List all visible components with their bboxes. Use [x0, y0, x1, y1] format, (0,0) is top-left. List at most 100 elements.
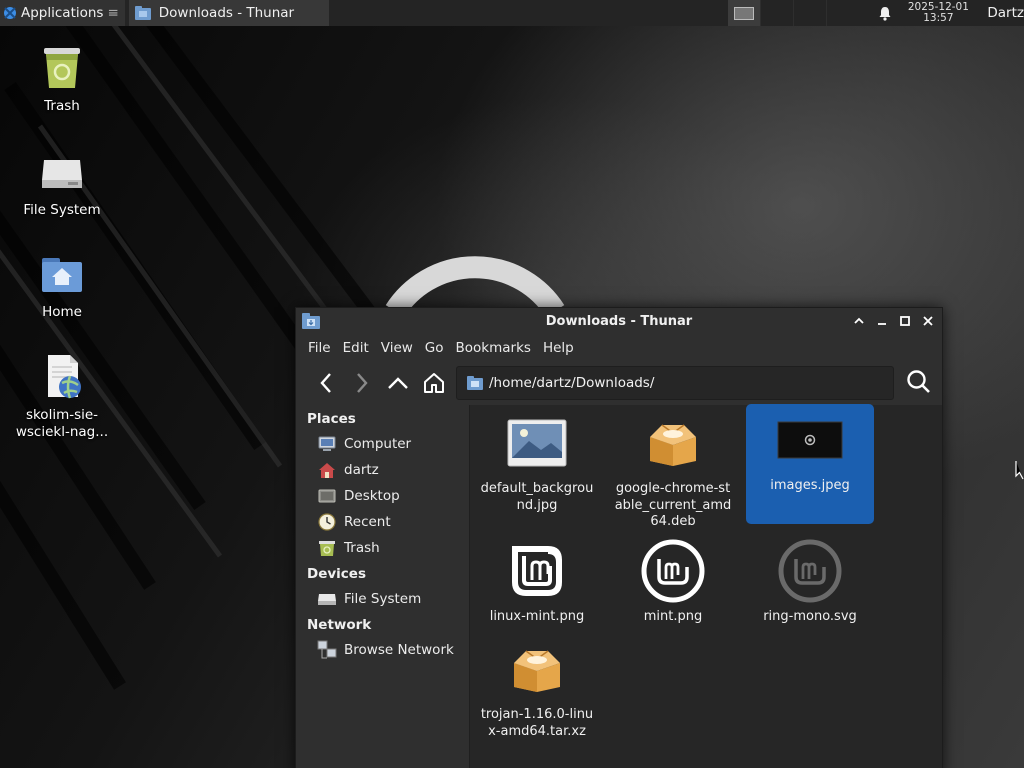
- sidebar-heading-network: Network: [307, 617, 372, 633]
- sidebar-item-dartz[interactable]: dartz: [296, 457, 469, 483]
- desktop-icon-label-line1: skolim-sie-: [25, 407, 99, 423]
- menu-bar: File Edit View Go Bookmarks Help: [296, 335, 942, 361]
- menu-file[interactable]: File: [302, 340, 337, 356]
- file-item-selected[interactable]: images.jpeg: [746, 404, 874, 524]
- workspace-switcher[interactable]: [728, 0, 859, 26]
- file-name: ring-mono.svg: [763, 609, 857, 624]
- file-name: trojan-1.16.0-linux-amd64.tar.xz: [480, 707, 594, 739]
- file-item[interactable]: google-chrome-stable_current_amd64.deb: [609, 407, 737, 537]
- sidebar-item-computer[interactable]: Computer: [296, 431, 469, 457]
- file-item[interactable]: default_background.jpg: [473, 407, 601, 520]
- desktop-icon-home[interactable]: Home: [7, 250, 117, 321]
- desktop-icon-label: File System: [23, 202, 101, 218]
- file-name: google-chrome-stable_current_amd64.deb: [614, 481, 732, 529]
- clock[interactable]: 2025-12-01 13:57: [901, 2, 975, 24]
- parent-folder-button[interactable]: [380, 365, 416, 401]
- close-button[interactable]: [920, 313, 936, 329]
- shade-button[interactable]: [851, 313, 867, 329]
- folder-downloads-icon: [134, 6, 151, 20]
- package-icon: [514, 650, 560, 692]
- home-button[interactable]: [416, 365, 452, 401]
- menu-bookmarks[interactable]: Bookmarks: [450, 340, 537, 356]
- xfce-logo-icon: [4, 7, 16, 19]
- bell-icon: [879, 6, 891, 21]
- menu-go[interactable]: Go: [419, 340, 450, 356]
- applications-menu-label: Applications: [21, 5, 104, 21]
- workspace-2[interactable]: [761, 0, 793, 26]
- file-item[interactable]: mint.png: [609, 535, 737, 632]
- computer-icon: [317, 435, 337, 453]
- arrow-right-icon: [357, 373, 368, 393]
- applications-menu-button[interactable]: Applications ≡: [0, 0, 125, 26]
- mint-ring-mono-icon: [778, 539, 842, 603]
- top-panel: Applications ≡ Downloads - Thunar 2025-1…: [0, 0, 1024, 26]
- sidebar-item-file-system[interactable]: File System: [296, 586, 469, 612]
- menu-edit[interactable]: Edit: [337, 340, 375, 356]
- maximize-button[interactable]: [897, 313, 913, 329]
- minimize-button[interactable]: [874, 313, 890, 329]
- file-item[interactable]: trojan-1.16.0-linux-amd64.tar.xz: [473, 633, 601, 746]
- clock-icon: [317, 513, 337, 531]
- desktop-icon-file-system[interactable]: File System: [7, 148, 117, 219]
- sidebar-item-desktop[interactable]: Desktop: [296, 483, 469, 509]
- sidebar-item-browse-network[interactable]: Browse Network: [296, 637, 469, 663]
- mint-logo-icon: [512, 546, 562, 596]
- sidebar-item-label: Computer: [344, 436, 412, 452]
- workspace-3[interactable]: [794, 0, 826, 26]
- back-button[interactable]: [308, 365, 344, 401]
- taskbar-window-title: Downloads - Thunar: [158, 5, 295, 21]
- sidebar-item-label: dartz: [344, 462, 379, 478]
- trash-icon: [317, 539, 337, 557]
- sidebar-item-label: Trash: [344, 540, 380, 556]
- sidebar: Places Computer dartz Desktop Recent Tra…: [296, 405, 470, 768]
- arrow-left-icon: [320, 373, 331, 393]
- file-name: linux-mint.png: [489, 609, 585, 624]
- search-button[interactable]: [906, 369, 932, 399]
- desktop-icon-label: Trash: [44, 98, 80, 114]
- search-icon: [907, 370, 930, 393]
- mouse-cursor-icon: [1015, 461, 1024, 480]
- file-icon-view[interactable]: default_background.jpg google-chrome-sta…: [470, 404, 942, 768]
- html-file-icon: [48, 355, 81, 399]
- window-preview-icon: [734, 6, 755, 20]
- image-thumbnail-icon: [777, 421, 843, 459]
- desktop-icon-label: Home: [42, 304, 82, 320]
- window-title: Downloads - Thunar: [545, 314, 693, 329]
- notifications-button[interactable]: [869, 6, 901, 21]
- sidebar-item-label: Desktop: [344, 488, 400, 504]
- desktop-icon-label-line2: wsciekl-nag...: [15, 424, 109, 440]
- desktop-icon-trash[interactable]: Trash: [7, 44, 117, 115]
- location-bar[interactable]: /home/dartz/Downloads/: [456, 366, 894, 400]
- sidebar-item-recent[interactable]: Recent: [296, 509, 469, 535]
- menu-help[interactable]: Help: [537, 340, 580, 356]
- forward-button[interactable]: [344, 365, 380, 401]
- user-menu-button[interactable]: Dartz: [987, 5, 1024, 21]
- file-name: images.jpeg: [770, 478, 850, 493]
- sidebar-heading-places: Places: [307, 411, 356, 427]
- image-thumbnail-icon: [507, 419, 567, 467]
- sidebar-item-label: Browse Network: [344, 642, 454, 658]
- workspace-4[interactable]: [827, 0, 859, 26]
- workspace-1[interactable]: [728, 0, 761, 26]
- location-path: /home/dartz/Downloads/: [489, 375, 655, 391]
- drive-icon: [42, 160, 82, 188]
- desktop-icon-html-file[interactable]: skolim-sie- wsciekl-nag...: [7, 353, 117, 441]
- file-name: default_background.jpg: [480, 481, 594, 513]
- menu-separator-icon: ≡: [107, 5, 119, 21]
- home-icon: [424, 373, 444, 393]
- folder-downloads-icon: [467, 376, 483, 390]
- user-home-icon: [317, 461, 337, 479]
- arrow-up-icon: [388, 377, 408, 389]
- file-name: mint.png: [643, 609, 703, 624]
- file-item[interactable]: linux-mint.png: [473, 535, 601, 632]
- toolbar: /home/dartz/Downloads/: [296, 361, 942, 405]
- taskbar-window-button[interactable]: Downloads - Thunar: [128, 0, 329, 26]
- file-item[interactable]: ring-mono.svg: [746, 535, 874, 632]
- sidebar-item-trash[interactable]: Trash: [296, 535, 469, 561]
- maximize-icon: [900, 316, 910, 326]
- sidebar-item-label: Recent: [344, 514, 391, 530]
- trash-full-icon: [44, 48, 80, 88]
- menu-view[interactable]: View: [375, 340, 419, 356]
- window-titlebar[interactable]: Downloads - Thunar: [296, 308, 942, 335]
- sidebar-heading-devices: Devices: [307, 566, 366, 582]
